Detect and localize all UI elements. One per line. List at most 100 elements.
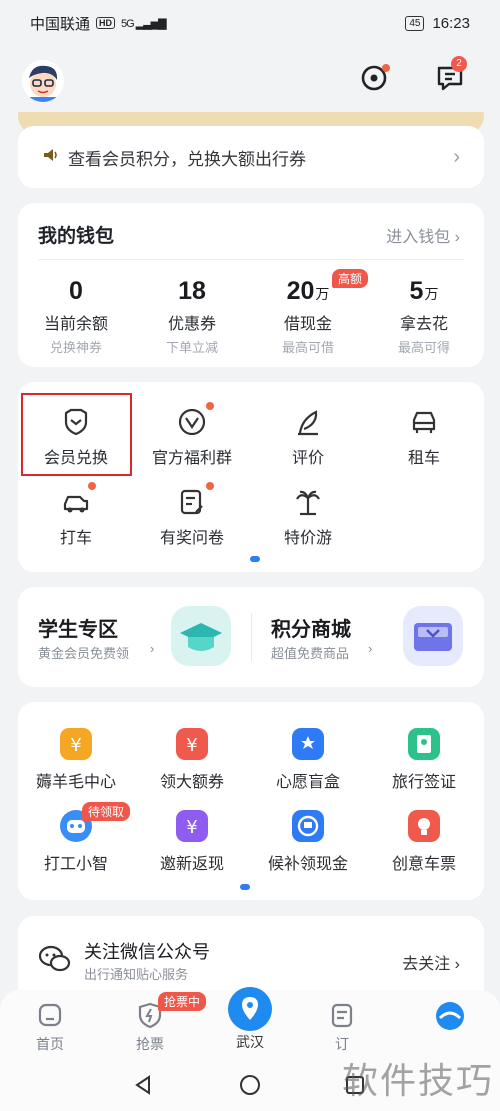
service-taxi[interactable]: 打车 — [18, 486, 134, 548]
benefit-item[interactable]: ¥ 邀新返现 — [134, 808, 250, 874]
tab-orders[interactable]: 订 — [302, 990, 382, 1054]
speaker-icon — [42, 146, 60, 169]
service-label: 有奖问卷 — [159, 530, 224, 547]
benefit-label: 心愿盲盒 — [275, 774, 340, 791]
wallet-value: 18 — [178, 277, 206, 305]
signal-icon: 5G ▂▃▅▇ — [121, 17, 167, 30]
chevron-right-icon: › — [454, 229, 460, 246]
wallet-title: 我的钱包 — [38, 226, 115, 247]
service-label: 官方福利群 — [151, 450, 232, 467]
wallet-value: 0 — [69, 277, 83, 305]
chevron-right-icon: › — [453, 145, 460, 168]
hd-icon: HD — [96, 17, 116, 29]
car-icon — [412, 411, 436, 433]
back-icon[interactable] — [132, 1074, 154, 1096]
benefit-label: 创意车票 — [391, 856, 456, 873]
tab-bar: 首页 抢票 抢票中 武汉 订 — [0, 987, 500, 1060]
benefit-item[interactable]: 创意车票 — [366, 808, 482, 874]
wallet-card: 我的钱包 进入钱包 › 0 当前余额 兑换神券 18 优惠券 下单立减 20万 … — [18, 203, 484, 367]
carrier-name: 中国联通 — [30, 15, 91, 33]
page-indicator — [250, 556, 260, 562]
benefit-item[interactable]: ¥ 领大额券 — [134, 726, 250, 792]
wallet-value: 5 — [409, 277, 424, 305]
wallet-sub: 兑换神券 — [49, 340, 102, 355]
benefit-label: 打工小智 — [43, 856, 108, 873]
enter-wallet-link[interactable]: 进入钱包 › — [386, 223, 460, 247]
follow-title: 关注微信公众号 — [84, 942, 210, 962]
svg-text:¥: ¥ — [186, 817, 197, 838]
tab-label: 抢票 — [136, 1036, 164, 1052]
notice-bar[interactable]: 查看会员积分，兑换大额出行券 › — [18, 126, 484, 188]
watermark: 软件技巧 — [341, 1060, 494, 1101]
points-mall-title: 积分商城 — [271, 619, 351, 641]
location-pin-icon — [228, 987, 272, 1031]
wallet-item-balance[interactable]: 0 当前余额 兑换神券 — [18, 277, 134, 356]
benefit-label: 薅羊毛中心 — [35, 774, 116, 791]
wallet-item-credit[interactable]: 5万 拿去花 最高可得 — [366, 277, 482, 356]
high-amount-badge: 高额 — [332, 269, 369, 288]
service-car-rental[interactable]: 租车 — [366, 406, 482, 468]
status-bar: 中国联通 HD 5G ▂▃▅▇ 45 16:23 — [0, 0, 500, 46]
highlight-box — [21, 393, 132, 476]
benefit-label: 候补领现金 — [267, 856, 348, 873]
benefit-item[interactable]: ¥ 薅羊毛中心 — [18, 726, 134, 792]
home-icon — [38, 1003, 62, 1027]
divider — [38, 259, 464, 260]
message-icon[interactable]: 2 — [434, 56, 467, 94]
survey-icon — [180, 489, 203, 515]
avatar[interactable] — [22, 60, 64, 102]
points-mall-subtitle: 超值免费商品 — [271, 646, 350, 661]
service-review[interactable]: 评价 — [250, 406, 366, 468]
train-icon — [292, 810, 324, 842]
order-icon — [331, 1003, 353, 1028]
ticket-icon — [408, 810, 440, 842]
promo-card: 学生专区 黄金会员免费领 › 积分商城 超值免费商品 › — [18, 587, 484, 687]
svg-text:¥: ¥ — [70, 735, 81, 756]
coupon-icon: ¥ — [176, 728, 208, 760]
visa-icon — [408, 728, 440, 760]
benefit-item[interactable]: 候补领现金 — [250, 808, 366, 874]
wallet-sub: 最高可得 — [397, 340, 450, 355]
battery-icon: 45 — [405, 15, 425, 31]
benefit-item[interactable]: 旅行签证 — [366, 726, 482, 792]
wallet-item-loan[interactable]: 20万 借现金 最高可借 — [250, 277, 366, 356]
svg-text:¥: ¥ — [186, 735, 197, 756]
service-discount-travel[interactable]: 特价游 — [250, 486, 366, 548]
page-indicator — [240, 884, 250, 890]
student-zone-title: 学生专区 — [38, 619, 118, 641]
benefit-item[interactable]: 心愿盲盒 — [250, 726, 366, 792]
service-welfare-group[interactable]: 官方福利群 — [134, 406, 250, 468]
chevron-right-icon: › — [150, 641, 155, 656]
service-survey[interactable]: 有奖问卷 — [134, 486, 250, 548]
scan-settings-icon[interactable] — [358, 62, 390, 94]
follow-button[interactable]: 去关注 › — [402, 950, 460, 974]
profile-icon — [436, 1002, 464, 1030]
benefit-label: 旅行签证 — [391, 774, 456, 791]
service-label: 打车 — [59, 530, 92, 547]
taxi-icon — [63, 495, 89, 513]
message-badge: 2 — [451, 56, 467, 72]
tab-label: 首页 — [36, 1036, 64, 1052]
gift-box-icon — [403, 606, 463, 666]
wallet-label: 拿去花 — [399, 316, 448, 333]
tab-city[interactable]: 武汉 — [210, 987, 290, 1052]
home-button-icon[interactable] — [239, 1074, 261, 1096]
wallet-item-coupons[interactable]: 18 优惠券 下单立减 — [134, 277, 250, 356]
chevron-right-icon: › — [368, 641, 373, 656]
wallet-label: 借现金 — [283, 316, 332, 333]
service-label: 评价 — [291, 450, 324, 467]
tab-home[interactable]: 首页 — [10, 990, 90, 1054]
tab-label: 订 — [335, 1036, 349, 1052]
notice-text: 查看会员积分，兑换大额出行券 — [68, 149, 306, 169]
yen-coin-icon: ¥ — [60, 728, 92, 760]
benefits-card: ¥ 薅羊毛中心 ¥ 领大额券 心愿盲盒 旅行签证 打工小智 待领取 ¥ 邀新返现… — [18, 702, 484, 900]
clock: 16:23 — [432, 14, 470, 32]
enter-wallet-label: 进入钱包 — [386, 229, 451, 246]
notification-dot — [206, 402, 214, 410]
notification-dot — [88, 482, 96, 490]
pending-badge: 待领取 — [82, 802, 131, 821]
blind-box-icon — [292, 728, 324, 760]
tab-mine[interactable] — [410, 990, 490, 1036]
benefit-label: 邀新返现 — [159, 856, 224, 873]
feather-icon — [298, 410, 318, 436]
